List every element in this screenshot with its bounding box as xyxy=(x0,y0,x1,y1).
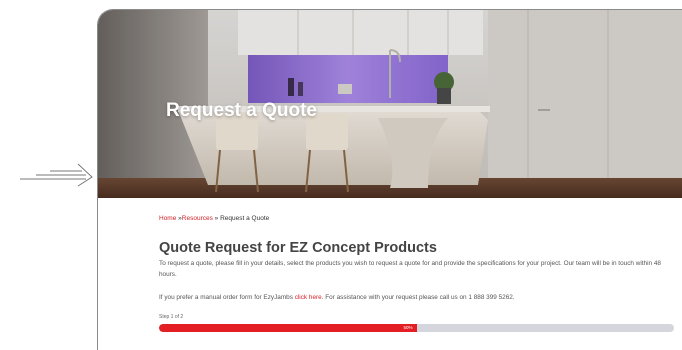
manual-order-link[interactable]: click here xyxy=(295,294,322,301)
intro-text: To request a quote, please fill in your … xyxy=(159,260,661,278)
breadcrumb-home-link[interactable]: Home xyxy=(159,215,176,222)
progress-fill: 50% xyxy=(159,324,417,332)
breadcrumb-current: Request a Quote xyxy=(220,215,270,222)
hero-title: Request a Quote xyxy=(166,100,317,121)
breadcrumb-resources-link[interactable]: Resources xyxy=(182,215,213,222)
progress-bar: 50% xyxy=(159,324,674,332)
manual-order-text: If you prefer a manual order form for Ez… xyxy=(159,293,679,302)
main-content: Home »Resources » Request a Quote Quote … xyxy=(159,215,679,332)
breadcrumb-separator: » xyxy=(214,215,219,222)
progress-percent: 50% xyxy=(403,325,413,330)
manual-order-lead: If you prefer a manual order form for Ez… xyxy=(159,294,293,301)
breadcrumb: Home »Resources » Request a Quote xyxy=(159,215,679,222)
arrow-right-icon xyxy=(20,163,93,187)
page-frame: Request a Quote Home »Resources » Reques… xyxy=(97,9,682,350)
page-title: Quote Request for EZ Concept Products xyxy=(159,240,437,256)
step-indicator: Step 1 of 2 xyxy=(159,314,184,320)
hero-banner: Request a Quote xyxy=(98,10,682,198)
assistance-text: . For assistance with your request pleas… xyxy=(321,294,515,301)
